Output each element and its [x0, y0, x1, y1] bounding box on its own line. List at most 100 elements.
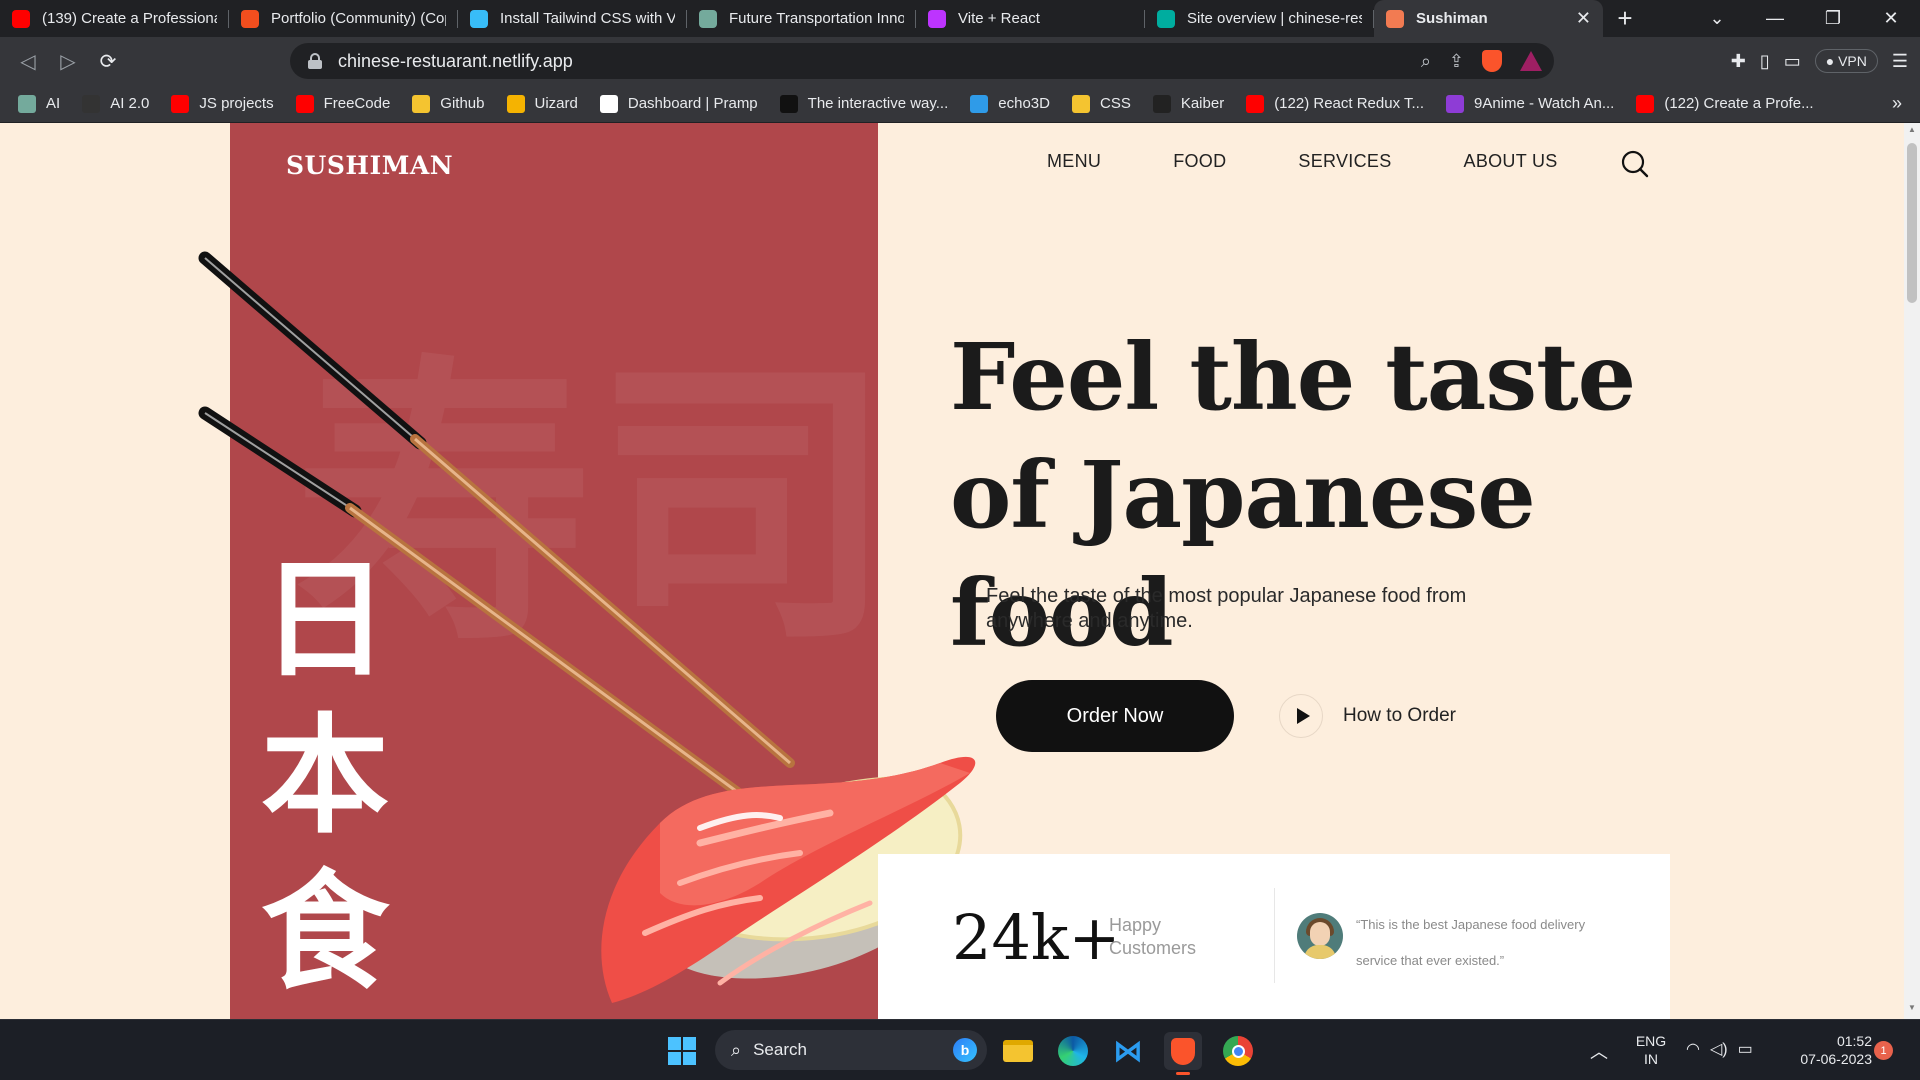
file-explorer-icon[interactable]	[999, 1032, 1037, 1070]
bookmark-item[interactable]: Github	[412, 94, 485, 113]
how-to-order-link[interactable]: How to Order	[1279, 694, 1456, 738]
reload-button[interactable]: ⟳	[88, 41, 128, 81]
sidebar-icon[interactable]: ▯	[1760, 51, 1770, 72]
bookmark-label: Github	[440, 95, 485, 112]
brave-taskbar-icon[interactable]	[1164, 1032, 1202, 1075]
page-scrollbar[interactable]: ▲ ▼	[1904, 123, 1920, 1019]
extensions-icon[interactable]: ✚	[1731, 51, 1746, 72]
stats-divider	[1274, 888, 1275, 983]
back-button[interactable]: ◁	[8, 41, 48, 81]
chrome-icon[interactable]	[1219, 1032, 1257, 1070]
browser-tab[interactable]: (139) Create a Professional	[0, 0, 229, 37]
address-bar[interactable]: chinese-restuarant.netlify.app ⌕ ⇪	[290, 43, 1554, 79]
language-indicator[interactable]: ENG IN	[1635, 1032, 1667, 1068]
system-tray[interactable]: ◠ ◁) ▭	[1686, 1039, 1753, 1059]
taskbar-search-placeholder: Search	[753, 1040, 807, 1059]
share-icon[interactable]: ⇪	[1449, 51, 1464, 72]
nav-menu[interactable]: MENU	[1047, 151, 1101, 172]
more-bookmarks-icon[interactable]: »	[1892, 93, 1902, 114]
bookmark-item[interactable]: CSS	[1071, 94, 1131, 113]
vscode-icon[interactable]: ⋈	[1109, 1032, 1147, 1070]
bookmark-item[interactable]: 9Anime - Watch An...	[1445, 94, 1614, 113]
tab-title: Vite + React	[958, 10, 1040, 27]
browser-tab[interactable]: Portfolio (Community) (Cop	[229, 0, 458, 37]
volume-icon[interactable]: ◁)	[1710, 1039, 1728, 1059]
forward-button[interactable]: ▷	[48, 41, 88, 81]
edge-icon[interactable]	[1054, 1032, 1092, 1070]
nav-food[interactable]: FOOD	[1173, 151, 1226, 172]
ui-icon	[779, 94, 798, 113]
cloud-icon	[970, 94, 989, 113]
search-icon[interactable]	[1620, 149, 1650, 179]
browser-toolbar: ◁ ▷ ⟳ chinese-restuarant.netlify.app ⌕ ⇪…	[0, 37, 1920, 85]
window-controls: ⌄ — ❐ ✕	[1688, 0, 1920, 37]
bookmark-item[interactable]: echo3D	[970, 94, 1050, 113]
taskbar-search[interactable]: ⌕ Search b	[715, 1030, 987, 1070]
time-label: 01:52	[1836, 1033, 1872, 1049]
customer-count-label: Happy Customers	[1109, 915, 1197, 958]
bookmark-item[interactable]: Dashboard | Pramp	[599, 94, 758, 113]
wallet-icon[interactable]: ▭	[1784, 51, 1801, 72]
customer-count: 24k+	[952, 901, 1121, 974]
bookmark-item[interactable]: AI 2.0	[82, 94, 150, 113]
bookmark-label: (122) React Redux T...	[1274, 95, 1424, 112]
tailwind-icon	[470, 9, 488, 28]
vpn-button[interactable]: ● VPN	[1814, 49, 1878, 73]
bookmark-item[interactable]: Kaiber	[1152, 94, 1224, 113]
lock-icon	[308, 53, 322, 69]
bookmark-item[interactable]: JS projects	[171, 94, 274, 113]
hero-subtitle: Feel the taste of the most popular Japan…	[986, 585, 1467, 632]
order-now-button[interactable]: Order Now	[996, 680, 1234, 752]
bookmark-item[interactable]: (122) React Redux T...	[1246, 94, 1424, 113]
tab-title: Install Tailwind CSS with Vit	[500, 10, 675, 27]
browser-tab[interactable]: Install Tailwind CSS with Vit	[458, 0, 687, 37]
bookmark-item[interactable]: The interactive way...	[779, 94, 949, 113]
bookmark-item[interactable]: FreeCode	[295, 94, 390, 113]
brave-shields-icon[interactable]	[1482, 50, 1502, 72]
bookmark-label: AI	[46, 95, 61, 112]
wifi-icon[interactable]: ◠	[1686, 1039, 1700, 1059]
bookmark-item[interactable]: AI	[18, 94, 61, 113]
bookmark-label: (122) Create a Profe...	[1664, 95, 1814, 112]
play-icon[interactable]	[1279, 694, 1323, 738]
maximize-button[interactable]: ❐	[1804, 0, 1862, 37]
clock[interactable]: 01:52 07-06-2023	[1782, 1032, 1872, 1068]
nav-services[interactable]: SERVICES	[1298, 151, 1391, 172]
pramp-icon	[599, 94, 618, 113]
bing-icon[interactable]: b	[953, 1038, 977, 1062]
close-tab-icon[interactable]: ✕	[1576, 8, 1591, 29]
tray-chevron-icon[interactable]: ︿	[1590, 1038, 1608, 1064]
chatgpt-icon	[699, 9, 717, 28]
bookmark-label: AI 2.0	[110, 95, 150, 112]
bookmark-label: The interactive way...	[807, 95, 949, 112]
battery-icon[interactable]: ▭	[1738, 1039, 1753, 1059]
vpn-label: VPN	[1838, 53, 1867, 69]
vertical-kanji: 日 本 食	[250, 543, 400, 1011]
tab-strip: (139) Create a Professional Portfolio (Co…	[0, 0, 1920, 37]
brave-rewards-icon[interactable]	[1520, 51, 1542, 71]
close-window-button[interactable]: ✕	[1862, 0, 1920, 37]
minimize-button[interactable]: —	[1746, 0, 1804, 37]
anime-icon	[1445, 94, 1464, 113]
windows-icon	[668, 1037, 696, 1065]
scrollbar-thumb[interactable]	[1907, 143, 1917, 303]
bookmark-item[interactable]: Uizard	[506, 94, 578, 113]
nav-about-us[interactable]: ABOUT US	[1464, 151, 1558, 172]
tab-search-icon[interactable]: ⌄	[1688, 0, 1746, 37]
start-button[interactable]	[663, 1032, 701, 1070]
bookmark-label: CSS	[1099, 95, 1131, 112]
url-text: chinese-restuarant.netlify.app	[338, 50, 573, 71]
browser-tab[interactable]: Site overview | chinese-rest	[1145, 0, 1374, 37]
zoom-icon[interactable]: ⌕	[1421, 51, 1431, 72]
menu-icon[interactable]: ☰	[1892, 51, 1908, 72]
browser-tab[interactable]: Sushiman ✕	[1374, 0, 1603, 37]
chatgpt-icon	[18, 94, 36, 113]
browser-tab[interactable]: Vite + React	[916, 0, 1145, 37]
notification-badge[interactable]: 1	[1874, 1041, 1893, 1060]
brand-logo[interactable]: SUSHIMAN	[286, 151, 453, 180]
testimonial-quote: “This is the best Japanese food delivery…	[1356, 917, 1586, 968]
bookmark-item[interactable]: (122) Create a Profe...	[1636, 94, 1814, 113]
browser-tab[interactable]: Future Transportation Innov	[687, 0, 916, 37]
tab-title: Sushiman	[1416, 10, 1488, 27]
new-tab-button[interactable]: +	[1603, 0, 1647, 37]
